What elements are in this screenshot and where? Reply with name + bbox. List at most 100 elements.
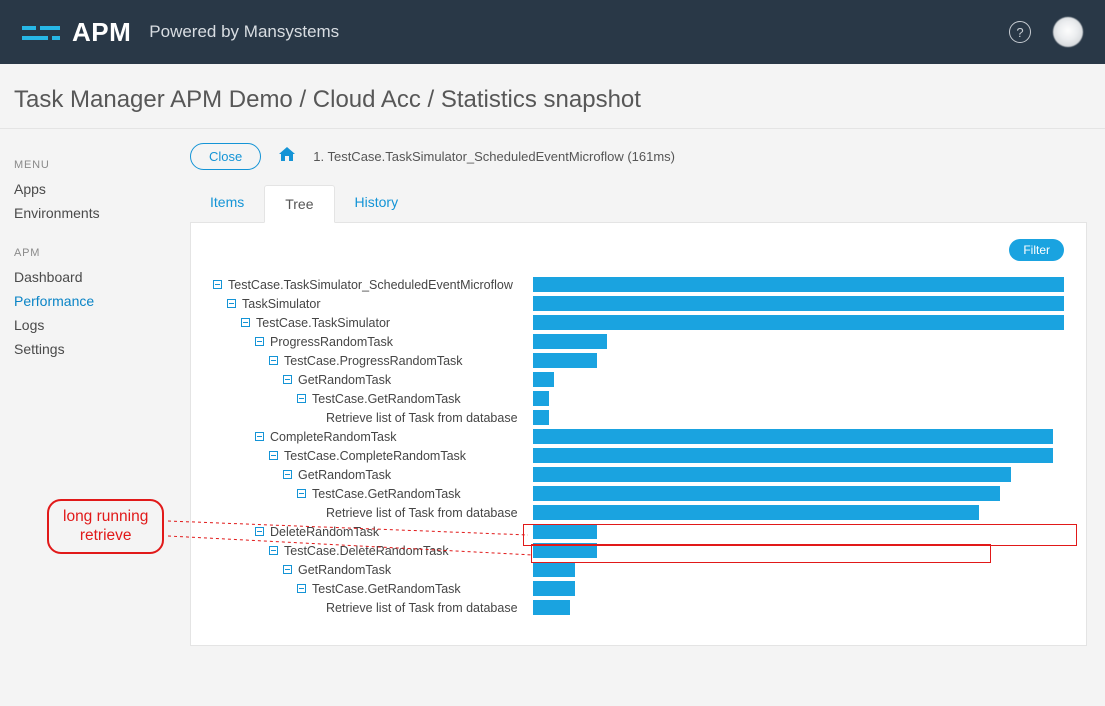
duration-bar bbox=[533, 600, 570, 615]
sidebar-item-environments[interactable]: Environments bbox=[14, 201, 176, 225]
duration-bar bbox=[533, 448, 1053, 463]
tree-label: GetRandomTask bbox=[298, 562, 391, 576]
tree-row[interactable]: Retrieve list of Task from database bbox=[213, 598, 1064, 617]
sidebar-item-logs[interactable]: Logs bbox=[14, 313, 176, 337]
tree-label: TestCase.TaskSimulator_ScheduledEventMic… bbox=[228, 277, 513, 291]
duration-bar bbox=[533, 334, 607, 349]
breadcrumb: Task Manager APM Demo / Cloud Acc / Stat… bbox=[0, 64, 1105, 129]
sidebar-item-performance[interactable]: Performance bbox=[14, 289, 176, 313]
tree-label: ProgressRandomTask bbox=[270, 334, 393, 348]
tree-label: TestCase.GetRandomTask bbox=[312, 581, 461, 595]
tree-row[interactable]: TestCase.CompleteRandomTask bbox=[213, 446, 1064, 465]
collapse-icon[interactable] bbox=[255, 337, 264, 346]
microflow-path: 1. TestCase.TaskSimulator_ScheduledEvent… bbox=[313, 149, 675, 164]
tree-label: DeleteRandomTask bbox=[270, 524, 379, 538]
collapse-icon[interactable] bbox=[227, 299, 236, 308]
tree-row[interactable]: CompleteRandomTask bbox=[213, 427, 1064, 446]
sidebar-item-settings[interactable]: Settings bbox=[14, 337, 176, 361]
collapse-icon[interactable] bbox=[241, 318, 250, 327]
duration-bar bbox=[533, 296, 1064, 311]
collapse-icon[interactable] bbox=[255, 527, 264, 536]
collapse-icon[interactable] bbox=[269, 546, 278, 555]
tree-label: TestCase.GetRandomTask bbox=[312, 391, 461, 405]
collapse-icon[interactable] bbox=[297, 489, 306, 498]
tabs: ItemsTreeHistory bbox=[190, 184, 1087, 223]
duration-bar bbox=[533, 486, 1000, 501]
collapse-icon[interactable] bbox=[283, 375, 292, 384]
tab-tree[interactable]: Tree bbox=[264, 185, 334, 223]
tab-items[interactable]: Items bbox=[190, 184, 264, 222]
collapse-icon[interactable] bbox=[255, 432, 264, 441]
home-icon[interactable] bbox=[279, 147, 295, 166]
tree-label: CompleteRandomTask bbox=[270, 429, 396, 443]
tree-label: Retrieve list of Task from database bbox=[326, 410, 518, 424]
collapse-icon[interactable] bbox=[283, 565, 292, 574]
duration-bar bbox=[533, 524, 597, 539]
tree-row[interactable]: Retrieve list of Task from database bbox=[213, 503, 1064, 522]
collapse-icon[interactable] bbox=[297, 584, 306, 593]
tree-row[interactable]: TestCase.TaskSimulator_ScheduledEventMic… bbox=[213, 275, 1064, 294]
duration-bar bbox=[533, 372, 554, 387]
logo-icon bbox=[22, 22, 60, 42]
help-icon[interactable]: ? bbox=[1009, 21, 1031, 43]
tree-row[interactable]: TestCase.GetRandomTask bbox=[213, 484, 1064, 503]
sidebar-item-dashboard[interactable]: Dashboard bbox=[14, 265, 176, 289]
duration-bar bbox=[533, 315, 1064, 330]
tree-label: TaskSimulator bbox=[242, 296, 321, 310]
tree-row[interactable]: TestCase.DeleteRandomTask bbox=[213, 541, 1064, 560]
menu-heading: APM bbox=[14, 247, 176, 259]
duration-bar bbox=[533, 391, 549, 406]
duration-bar bbox=[533, 581, 575, 596]
tree-row[interactable]: GetRandomTask bbox=[213, 465, 1064, 484]
collapse-icon[interactable] bbox=[269, 451, 278, 460]
tree-row[interactable]: TestCase.ProgressRandomTask bbox=[213, 351, 1064, 370]
tree-label: Retrieve list of Task from database bbox=[326, 600, 518, 614]
tree-panel: Filter TestCase.TaskSimulator_ScheduledE… bbox=[190, 223, 1087, 646]
toolbar: Close 1. TestCase.TaskSimulator_Schedule… bbox=[190, 143, 1087, 170]
tree-label: GetRandomTask bbox=[298, 467, 391, 481]
top-bar: APM Powered by Mansystems ? bbox=[0, 0, 1105, 64]
annotation-text: long runningretrieve bbox=[63, 508, 148, 544]
logo: APM Powered by Mansystems bbox=[22, 17, 339, 48]
brand-subtitle: Powered by Mansystems bbox=[149, 22, 339, 42]
tree-label: TestCase.GetRandomTask bbox=[312, 486, 461, 500]
tree-row[interactable]: DeleteRandomTask bbox=[213, 522, 1064, 541]
duration-bar bbox=[533, 543, 597, 558]
tree-row[interactable]: TestCase.TaskSimulator bbox=[213, 313, 1064, 332]
duration-bar bbox=[533, 410, 549, 425]
duration-bar bbox=[533, 353, 597, 368]
tree-row[interactable]: TaskSimulator bbox=[213, 294, 1064, 313]
tree-row[interactable]: ProgressRandomTask bbox=[213, 332, 1064, 351]
avatar[interactable] bbox=[1053, 17, 1083, 47]
tree-row[interactable]: Retrieve list of Task from database bbox=[213, 408, 1064, 427]
collapse-icon[interactable] bbox=[283, 470, 292, 479]
collapse-icon[interactable] bbox=[269, 356, 278, 365]
duration-bar bbox=[533, 277, 1064, 292]
tree-label: TestCase.DeleteRandomTask bbox=[284, 543, 449, 557]
sidebar-item-apps[interactable]: Apps bbox=[14, 177, 176, 201]
brand-name: APM bbox=[72, 17, 131, 48]
tree-label: GetRandomTask bbox=[298, 372, 391, 386]
duration-bar bbox=[533, 429, 1053, 444]
close-button[interactable]: Close bbox=[190, 143, 261, 170]
duration-bar bbox=[533, 562, 575, 577]
content-panel: Close 1. TestCase.TaskSimulator_Schedule… bbox=[190, 129, 1105, 701]
duration-bar bbox=[533, 467, 1011, 482]
menu-heading: MENU bbox=[14, 159, 176, 171]
tree-row[interactable]: TestCase.GetRandomTask bbox=[213, 389, 1064, 408]
collapse-icon[interactable] bbox=[297, 394, 306, 403]
annotation-callout: long runningretrieve bbox=[47, 499, 164, 554]
page-title: Task Manager APM Demo / Cloud Acc / Stat… bbox=[14, 86, 1091, 114]
duration-bar bbox=[533, 505, 979, 520]
tab-history[interactable]: History bbox=[335, 184, 419, 222]
sidebar: MENU AppsEnvironments APM DashboardPerfo… bbox=[0, 129, 190, 701]
tree-row[interactable]: GetRandomTask bbox=[213, 370, 1064, 389]
tree-label: TestCase.TaskSimulator bbox=[256, 315, 390, 329]
collapse-icon[interactable] bbox=[213, 280, 222, 289]
tree-row[interactable]: GetRandomTask bbox=[213, 560, 1064, 579]
tree-label: Retrieve list of Task from database bbox=[326, 505, 518, 519]
filter-button[interactable]: Filter bbox=[1009, 239, 1064, 261]
tree-row[interactable]: TestCase.GetRandomTask bbox=[213, 579, 1064, 598]
tree-label: TestCase.CompleteRandomTask bbox=[284, 448, 466, 462]
tree-label: TestCase.ProgressRandomTask bbox=[284, 353, 463, 367]
